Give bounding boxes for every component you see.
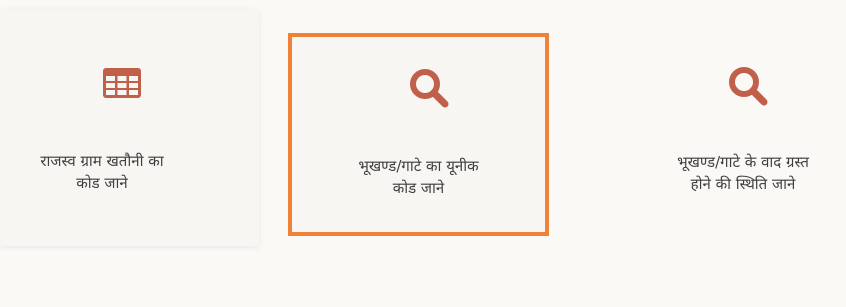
card-label: राजस्व ग्राम खतौनी का कोड जाने <box>12 150 192 194</box>
card-label-line-2: होने की स्थिति जाने <box>690 175 796 193</box>
card-label-line-2: कोड जाने <box>76 174 128 192</box>
card-plot-unique-code[interactable]: भूखण्ड/गाटे का यूनीक कोड जाने <box>288 33 549 236</box>
card-label: भूखण्ड/गाटे के वाद ग्रस्त होने की स्थिति… <box>650 151 836 195</box>
card-village-khatauni-code[interactable]: राजस्व ग्राम खतौनी का कोड जाने <box>0 10 259 246</box>
card-label-line-1: राजस्व ग्राम खतौनी का <box>40 152 164 170</box>
table-icon <box>102 67 142 99</box>
card-label-line-1: भूखण्ड/गाटे के वाद ग्रस्त <box>677 153 809 171</box>
search-icon <box>727 65 769 107</box>
card-label: भूखण्ड/गाटे का यूनीक कोड जाने <box>332 155 505 199</box>
card-label-line-1: भूखण्ड/गाटे का यूनीक <box>358 157 479 175</box>
card-plot-dispute-status[interactable]: भूखण्ड/गाटे के वाद ग्रस्त होने की स्थिति… <box>574 10 846 246</box>
search-icon <box>408 67 450 109</box>
card-label-line-2: कोड जाने <box>392 179 445 197</box>
